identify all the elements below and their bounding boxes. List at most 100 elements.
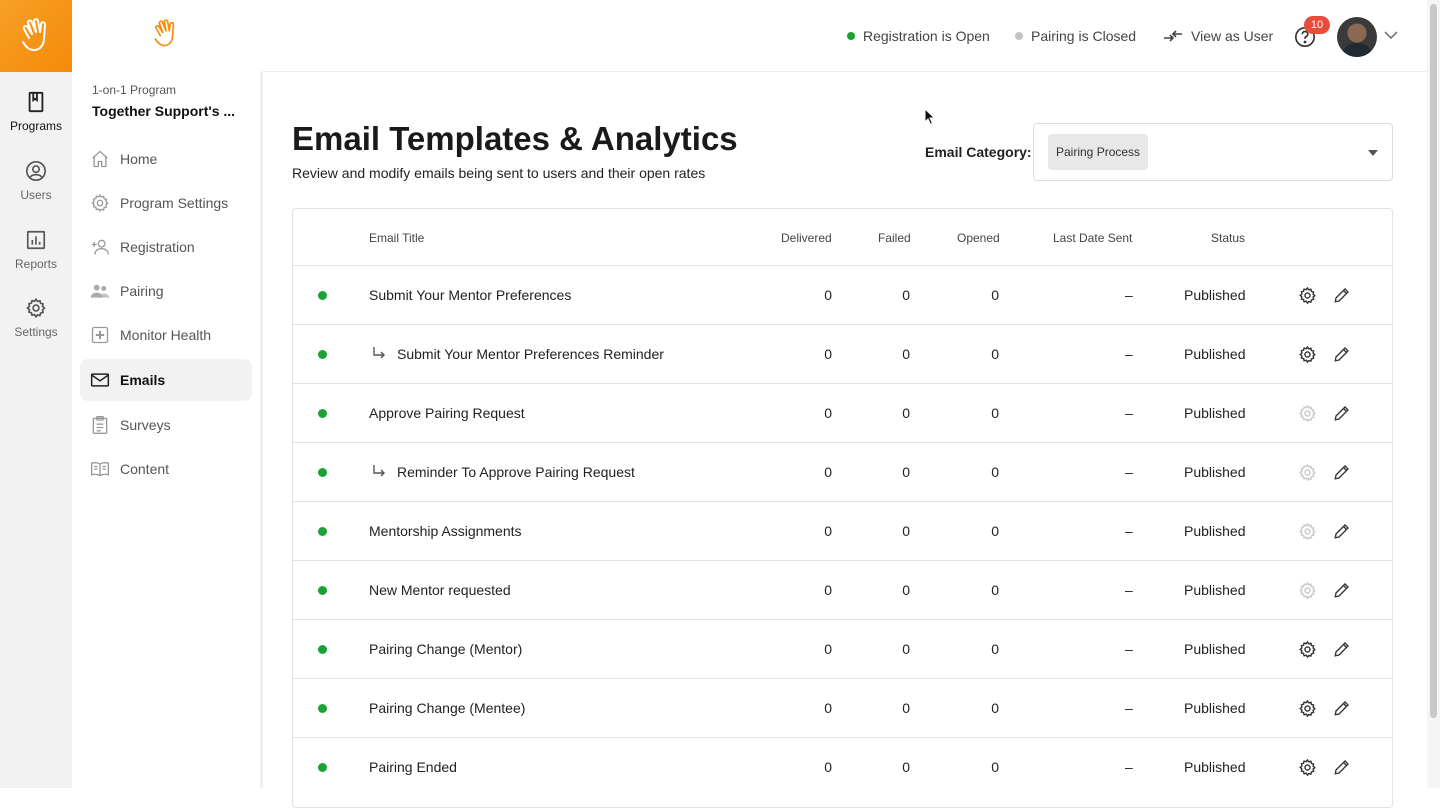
registration-status-label: Registration is Open xyxy=(863,28,990,44)
table-row[interactable]: Submit Your Mentor Preferences 0 0 0 – Publis… xyxy=(293,265,1392,324)
status-dot xyxy=(318,350,327,359)
gear-icon[interactable] xyxy=(1298,699,1317,718)
page-title: Email Templates & Analytics xyxy=(292,120,738,157)
gear-icon[interactable] xyxy=(1298,286,1317,305)
table-row[interactable]: Mentorship Assignments 0 0 0 – Published xyxy=(293,501,1392,560)
last-date-sent: – xyxy=(1125,700,1133,716)
failed-count: 0 xyxy=(902,582,910,598)
top-bar: Registration is Open Pairing is Closed V… xyxy=(262,0,1427,72)
nav-pairing[interactable]: Pairing xyxy=(80,270,252,312)
delivered-count: 0 xyxy=(824,523,832,539)
delivered-count: 0 xyxy=(824,405,832,421)
status-dot xyxy=(318,291,327,300)
gear-icon[interactable] xyxy=(1298,581,1317,600)
email-title[interactable]: Submit Your Mentor Preferences Reminder xyxy=(397,346,664,362)
pencil-icon[interactable] xyxy=(1333,699,1351,717)
gear-icon[interactable] xyxy=(1298,640,1317,659)
rail-settings[interactable]: Settings xyxy=(0,286,72,350)
open-book-icon xyxy=(91,461,109,477)
email-title[interactable]: Reminder To Approve Pairing Request xyxy=(397,464,635,480)
email-title[interactable]: New Mentor requested xyxy=(369,582,511,598)
plus-square-icon xyxy=(91,326,109,344)
nav-emails[interactable]: Emails xyxy=(80,359,252,401)
col-email-title: Email Title xyxy=(369,231,425,245)
rail-users[interactable]: Users xyxy=(0,149,72,213)
nav-label: Program Settings xyxy=(120,195,229,211)
opened-count: 0 xyxy=(991,582,999,598)
gear-icon[interactable] xyxy=(1298,404,1317,423)
rail-label: Settings xyxy=(14,325,58,339)
col-last-date-sent: Last Date Sent xyxy=(1053,231,1133,245)
table-row[interactable]: New Mentor requested 0 0 0 – Published xyxy=(293,560,1392,619)
failed-count: 0 xyxy=(902,405,910,421)
table-row[interactable]: Pairing Change (Mentor) 0 0 0 – Published xyxy=(293,619,1392,678)
pencil-icon[interactable] xyxy=(1333,758,1351,776)
table-row[interactable]: Approve Pairing Request 0 0 0 – Published xyxy=(293,383,1392,442)
program-name[interactable]: Together Support's ... xyxy=(92,103,235,119)
gear-icon[interactable] xyxy=(1298,463,1317,482)
pencil-icon[interactable] xyxy=(1333,463,1351,481)
status-dot xyxy=(318,586,327,595)
email-title[interactable]: Pairing Change (Mentor) xyxy=(369,641,522,657)
col-failed: Failed xyxy=(878,231,911,245)
email-category-select[interactable]: Pairing Process xyxy=(1033,123,1393,181)
table-row[interactable]: Submit Your Mentor Preferences Reminder 0… xyxy=(293,324,1392,383)
nav-label: Emails xyxy=(120,372,166,388)
status-dot-open xyxy=(847,32,855,40)
nav-label: Registration xyxy=(120,239,195,255)
email-title[interactable]: Approve Pairing Request xyxy=(369,405,525,421)
program-type: 1-on-1 Program xyxy=(92,83,177,97)
rail-programs[interactable]: Programs xyxy=(0,80,72,144)
nav-program-settings[interactable]: Program Settings xyxy=(80,182,252,224)
avatar[interactable] xyxy=(1337,17,1377,57)
app-rail: Programs Users Reports Settings xyxy=(0,0,72,788)
gear-icon[interactable] xyxy=(1298,522,1317,541)
sub-arrow-icon xyxy=(373,347,385,359)
sub-arrow-icon xyxy=(373,465,385,477)
pencil-icon[interactable] xyxy=(1333,404,1351,422)
program-sidebar: 1-on-1 Program Together Support's ... Ho… xyxy=(72,0,262,788)
nav-registration[interactable]: Registration xyxy=(80,226,252,268)
page-subtitle: Review and modify emails being sent to u… xyxy=(292,165,706,181)
app-logo[interactable] xyxy=(0,0,72,72)
table-row[interactable]: Pairing Ended 0 0 0 – Published xyxy=(293,737,1392,796)
view-as-user-button[interactable]: View as User xyxy=(1163,28,1273,44)
status-label: Published xyxy=(1184,287,1246,303)
nav-label: Home xyxy=(120,151,158,167)
pencil-icon[interactable] xyxy=(1333,522,1351,540)
delivered-count: 0 xyxy=(824,582,832,598)
table-row[interactable]: Reminder To Approve Pairing Request 0 0 0 – P… xyxy=(293,442,1392,501)
pencil-icon[interactable] xyxy=(1333,345,1351,363)
last-date-sent: – xyxy=(1125,759,1133,775)
opened-count: 0 xyxy=(991,641,999,657)
status-label: Published xyxy=(1184,523,1246,539)
nav-content[interactable]: Content xyxy=(80,448,252,490)
email-title[interactable]: Mentorship Assignments xyxy=(369,523,522,539)
nav-monitor-health[interactable]: Monitor Health xyxy=(80,314,252,356)
status-dot xyxy=(318,645,327,654)
email-title[interactable]: Pairing Change (Mentee) xyxy=(369,700,525,716)
email-title[interactable]: Pairing Ended xyxy=(369,759,457,775)
chevron-down-icon[interactable] xyxy=(1384,30,1398,40)
pencil-icon[interactable] xyxy=(1333,286,1351,304)
pencil-icon[interactable] xyxy=(1333,640,1351,658)
pencil-icon[interactable] xyxy=(1333,581,1351,599)
gear-icon[interactable] xyxy=(1298,345,1317,364)
delivered-count: 0 xyxy=(824,759,832,775)
scrollbar-thumb[interactable] xyxy=(1430,4,1437,718)
nav-surveys[interactable]: Surveys xyxy=(80,404,252,446)
delivered-count: 0 xyxy=(824,346,832,362)
col-opened: Opened xyxy=(957,231,1000,245)
hand-logo-icon xyxy=(154,19,175,47)
book-icon xyxy=(28,91,44,113)
view-as-user-label: View as User xyxy=(1191,28,1274,44)
nav-home[interactable]: Home xyxy=(80,138,252,180)
rail-reports[interactable]: Reports xyxy=(0,218,72,282)
email-title[interactable]: Submit Your Mentor Preferences xyxy=(369,287,571,303)
opened-count: 0 xyxy=(991,346,999,362)
chart-icon xyxy=(26,230,46,250)
gear-icon[interactable] xyxy=(1298,758,1317,777)
failed-count: 0 xyxy=(902,759,910,775)
table-row[interactable]: Pairing Change (Mentee) 0 0 0 – Published xyxy=(293,678,1392,737)
nav-label: Pairing xyxy=(120,283,164,299)
